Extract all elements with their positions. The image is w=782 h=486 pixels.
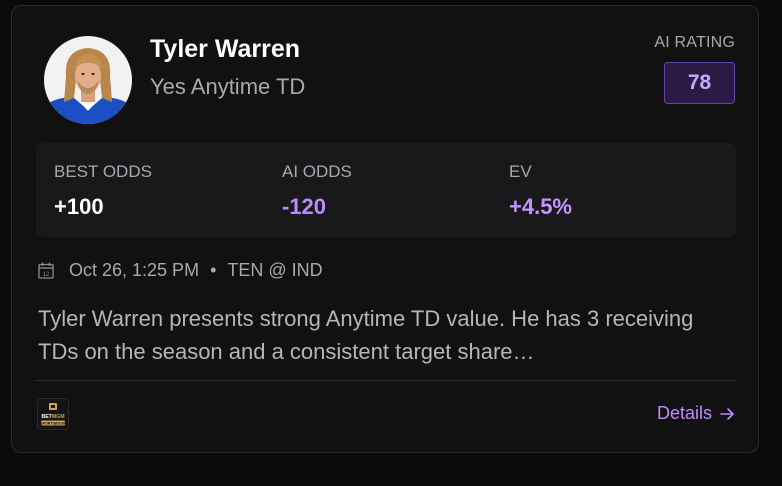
player-avatar: [44, 36, 132, 124]
svg-text:BETMGM: BETMGM: [41, 414, 64, 420]
svg-text:12: 12: [43, 272, 50, 278]
odds-panel: BEST ODDS +100 AI ODDS -120 EV +4.5%: [36, 143, 736, 237]
best-odds-value: +100: [54, 194, 104, 219]
calendar-icon: 12: [38, 262, 54, 279]
game-matchup: TEN @ IND: [227, 259, 323, 280]
svg-text:SPORTSBOOK: SPORTSBOOK: [40, 422, 66, 426]
ai-odds-value: -120: [282, 194, 327, 219]
details-label[interactable]: Details: [657, 403, 712, 424]
betmgm-logo: BETMGM SPORTSBOOK: [37, 398, 69, 430]
ai-odds-label: AI ODDS: [282, 162, 352, 181]
best-odds-label: BEST ODDS: [54, 162, 152, 181]
ai-rating-label: AI RATING: [654, 34, 735, 51]
divider: [36, 380, 736, 381]
arrow-right-icon[interactable]: [719, 406, 735, 422]
ev-label: EV: [509, 162, 532, 181]
pick-summary: Tyler Warren presents strong Anytime TD …: [38, 306, 694, 364]
ai-rating-badge: 78: [664, 62, 735, 104]
separator-dot: •: [210, 259, 217, 280]
game-info: 12 Oct 26, 1:25 PM • TEN @ IND: [38, 258, 323, 282]
bet-market: Yes Anytime TD: [150, 74, 306, 99]
ai-rating-value: 78: [687, 71, 712, 94]
game-datetime: Oct 26, 1:25 PM: [69, 259, 200, 280]
player-name: Tyler Warren: [150, 35, 301, 63]
pick-card: Tyler Warren Yes Anytime TD AI RATING 78…: [11, 5, 759, 453]
details-link[interactable]: Details: [657, 403, 735, 424]
ev-value: +4.5%: [509, 194, 572, 219]
